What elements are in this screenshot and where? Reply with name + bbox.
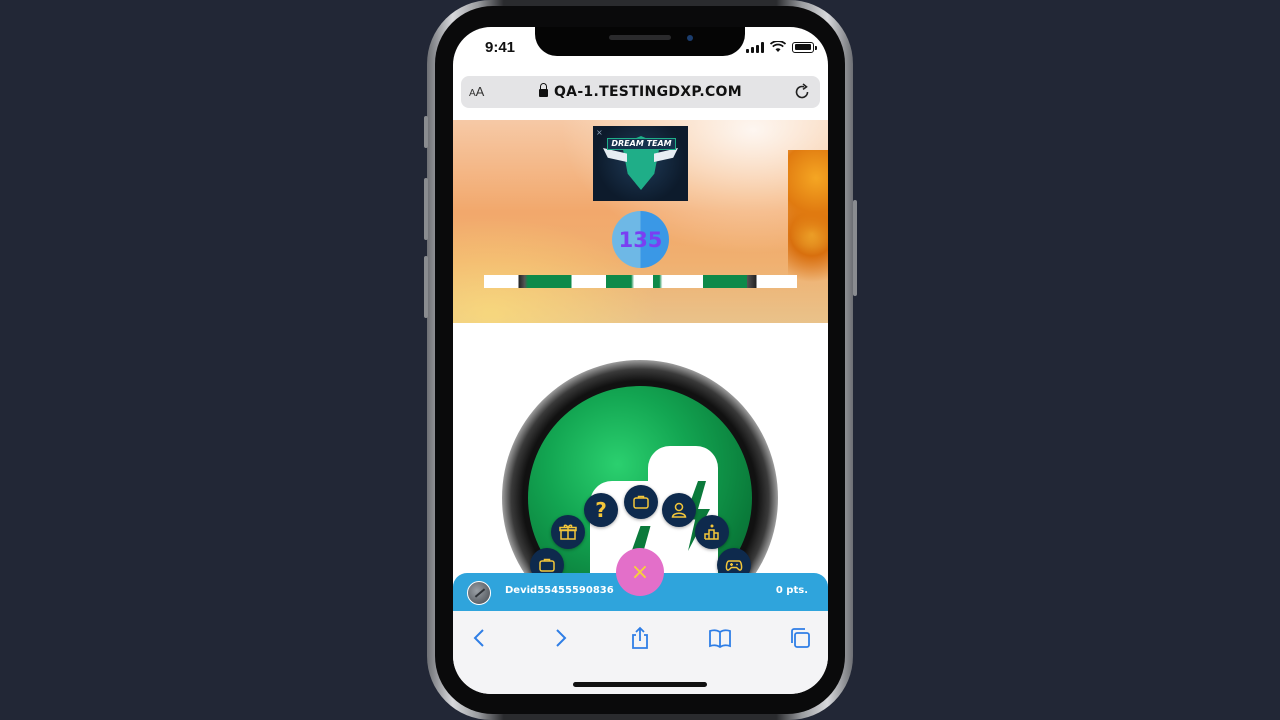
safari-toolbar (453, 611, 828, 694)
user-icon (671, 502, 687, 518)
ranking-icon (704, 524, 719, 540)
forward-icon (556, 629, 567, 647)
tabs-button[interactable] (785, 623, 815, 653)
mute-switch (424, 116, 428, 148)
fab-close-button[interactable]: × (616, 548, 664, 596)
notch (535, 27, 745, 56)
logo-text: DREAM TEAM (607, 138, 676, 150)
hero-banner: × DREAM TEAM 135 (453, 120, 828, 323)
battery-icon (792, 41, 817, 53)
team-logo: × DREAM TEAM (593, 126, 688, 201)
briefcase-icon (539, 558, 555, 572)
fab-leaderboard[interactable] (695, 515, 729, 549)
cellular-signal-icon (746, 41, 764, 53)
question-icon: ? (595, 498, 607, 522)
fab-profile[interactable] (662, 493, 696, 527)
logo-close-mark: × (596, 128, 603, 137)
share-icon (632, 626, 648, 649)
lock-icon (538, 83, 548, 97)
fab-help[interactable]: ? (584, 493, 618, 527)
volume-down-button (424, 256, 428, 318)
phone-screen: 9:41 AA QA-1.TESTINGDXP.COM × DREAM TEAM (453, 27, 828, 694)
address-bar[interactable]: AA QA-1.TESTINGDXP.COM (461, 76, 820, 108)
speaker (609, 35, 671, 40)
reload-icon[interactable] (792, 82, 812, 102)
fab-briefcase-top[interactable] (624, 485, 658, 519)
url-text: QA-1.TESTINGDXP.COM (553, 84, 742, 100)
autumn-leaves (788, 150, 828, 290)
status-icons (746, 41, 817, 53)
home-indicator[interactable] (573, 682, 707, 687)
tabs-icon (791, 628, 810, 648)
points-value: 0 pts. (775, 585, 808, 596)
banner-strip (484, 275, 797, 288)
bookmarks-icon (709, 629, 731, 649)
volume-up-button (424, 178, 428, 240)
share-button[interactable] (625, 623, 655, 653)
wifi-icon (770, 41, 786, 52)
score-value: 135 (618, 227, 663, 252)
power-button (853, 200, 857, 296)
front-camera (687, 35, 693, 41)
gift-icon (559, 524, 577, 540)
gamepad-icon (725, 560, 743, 571)
username: Devid55455590836 (505, 585, 614, 596)
back-button[interactable] (465, 623, 495, 653)
score-badge: 135 (612, 211, 669, 268)
bookmarks-button[interactable] (705, 623, 735, 653)
forward-button[interactable] (545, 623, 575, 653)
avatar[interactable] (467, 581, 491, 605)
close-icon: × (630, 559, 650, 585)
briefcase-icon (633, 495, 649, 509)
url-field[interactable]: QA-1.TESTINGDXP.COM (461, 83, 820, 100)
fab-gift[interactable] (551, 515, 585, 549)
back-icon (473, 629, 484, 647)
status-time: 9:41 (485, 39, 516, 56)
